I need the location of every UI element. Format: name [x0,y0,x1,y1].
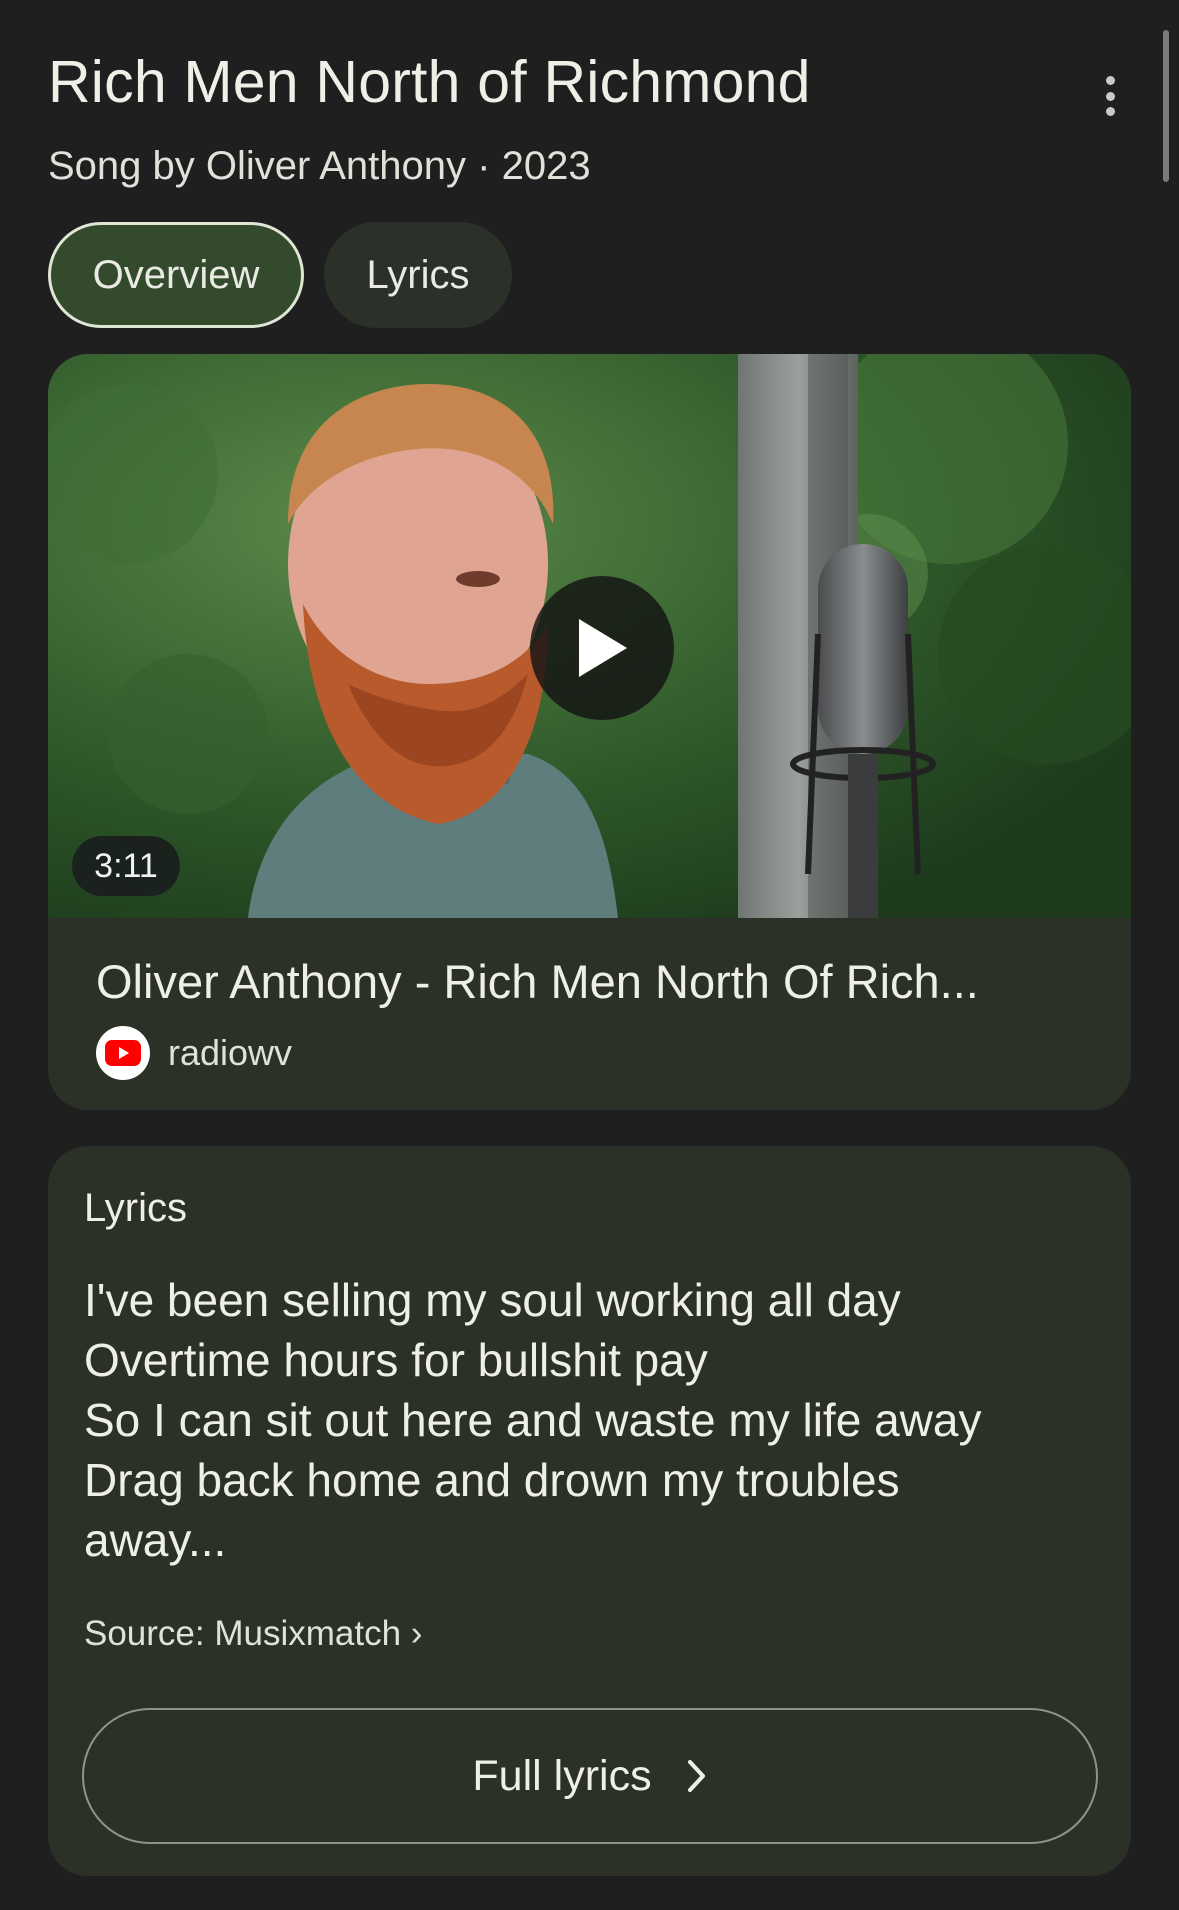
tab-overview[interactable]: Overview [48,222,304,328]
lyrics-card: Lyrics I've been selling my soul working… [48,1146,1131,1876]
lyric-line: I've been selling my soul working all da… [84,1274,901,1326]
page-title: Rich Men North of Richmond [48,49,811,115]
lyrics-source-link[interactable]: Source: Musixmatch › [84,1614,422,1654]
video-title[interactable]: Oliver Anthony - Rich Men North Of Rich.… [96,954,1096,1009]
tab-bar: Overview Lyrics [48,222,512,328]
full-lyrics-label: Full lyrics [472,1751,652,1800]
tab-lyrics[interactable]: Lyrics [324,222,512,328]
chevron-right-icon [687,1760,705,1792]
channel-info[interactable]: radiowv [96,1026,292,1080]
youtube-icon [96,1026,150,1080]
full-lyrics-button[interactable]: Full lyrics [82,1708,1098,1844]
song-subtitle: Song by Oliver Anthony · 2023 [48,144,591,188]
play-button[interactable] [530,576,674,720]
lyrics-snippet: I've been selling my soul working all da… [84,1270,981,1570]
more-vert-icon-dot [1105,91,1115,101]
video-thumbnail[interactable]: 3:11 [48,354,1131,918]
more-vert-icon [1105,76,1115,85]
lyric-line: Overtime hours for bullshit pay [84,1334,708,1386]
lyric-line: Drag back home and drown my troubles [84,1454,900,1506]
lyrics-heading: Lyrics [84,1186,187,1230]
lyric-line: away... [84,1514,227,1566]
duration-badge: 3:11 [72,836,180,896]
more-vert-icon-dot [1105,107,1115,116]
scrollbar[interactable] [1163,30,1169,182]
play-icon [579,619,627,677]
more-options-button[interactable] [1090,70,1130,122]
lyric-line: So I can sit out here and waste my life … [84,1394,982,1446]
video-card[interactable]: 3:11 Oliver Anthony - Rich Men North Of … [48,354,1131,1110]
channel-name: radiowv [168,1032,293,1073]
